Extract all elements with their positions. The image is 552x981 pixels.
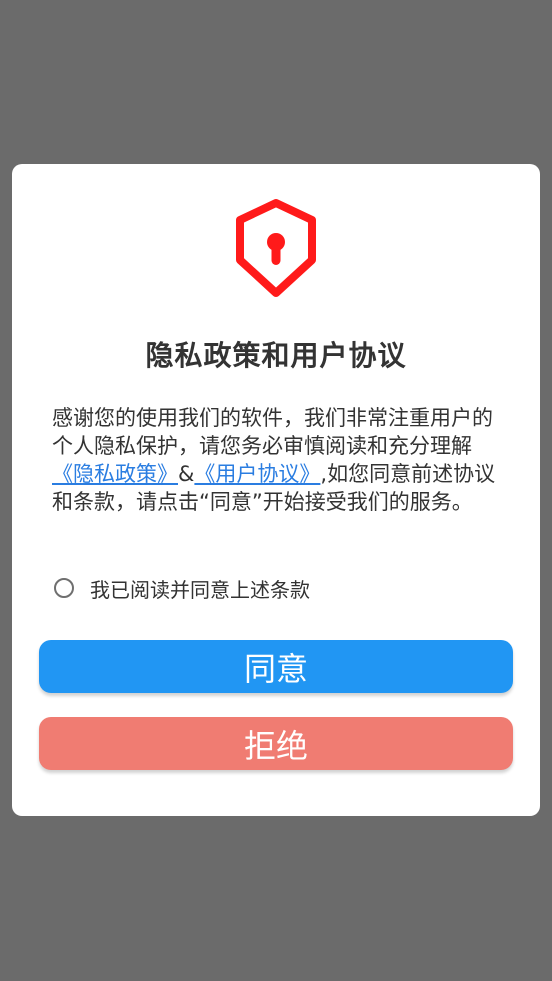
privacy-dialog: 隐私政策和用户协议 感谢您的使用我们的软件，我们非常注重用户的个人隐私保护，请您… [12, 164, 540, 816]
body-text-part1: 感谢您的使用我们的软件，我们非常注重用户的个人隐私保护，请您务必审慎阅读和充分理… [52, 406, 493, 458]
dialog-body-text: 感谢您的使用我们的软件，我们非常注重用户的个人隐私保护，请您务必审慎阅读和充分理… [52, 404, 502, 516]
decline-button[interactable]: 拒绝 [39, 717, 513, 770]
agree-terms-checkbox[interactable]: 我已阅读并同意上述条款 [54, 574, 310, 602]
agree-button[interactable]: 同意 [39, 640, 513, 693]
user-agreement-link[interactable]: 《用户协议》 [194, 462, 320, 486]
ampersand-text: & [178, 462, 195, 486]
privacy-policy-link[interactable]: 《隐私政策》 [52, 462, 178, 486]
shield-lock-icon [236, 199, 316, 297]
radio-button[interactable] [54, 578, 74, 598]
dialog-title: 隐私政策和用户协议 [145, 339, 407, 372]
agree-terms-label: 我已阅读并同意上述条款 [90, 577, 310, 602]
